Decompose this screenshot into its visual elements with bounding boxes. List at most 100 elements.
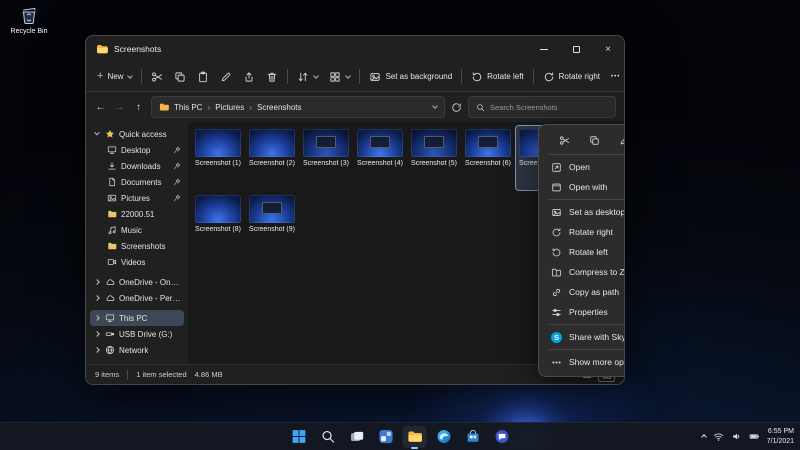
file-item[interactable]: Screenshot (8) <box>192 192 244 256</box>
breadcrumb-this-pc[interactable]: This PC <box>174 103 202 112</box>
rotate-left-button[interactable]: Rotate left <box>466 66 528 88</box>
file-item[interactable]: Screenshot (4) <box>354 126 406 190</box>
trash-icon <box>268 72 277 82</box>
up-button[interactable]: ↑ <box>132 102 145 113</box>
widgets-button[interactable] <box>374 426 398 448</box>
cut-button[interactable] <box>146 66 168 88</box>
menu-item-rotate-right[interactable]: Rotate right <box>543 222 624 242</box>
file-item[interactable]: Screenshot (9) <box>246 192 298 256</box>
system-tray: 6:55 PM 7/1/2021 <box>700 423 794 450</box>
chevron-right-icon[interactable] <box>93 279 101 285</box>
copy-button[interactable] <box>585 131 603 149</box>
address-field[interactable]: This PC › Pictures › Screenshots <box>151 96 445 118</box>
rotate-right-button[interactable]: Rotate right <box>538 66 605 88</box>
recycle-bin-icon <box>22 7 36 25</box>
chat-button[interactable] <box>490 426 514 448</box>
chevron-right-icon[interactable] <box>93 331 101 337</box>
sidebar-item-quick-access[interactable]: Quick access <box>90 126 184 142</box>
pin-icon <box>173 146 181 154</box>
menu-item-open-with[interactable]: Open with › <box>543 177 624 197</box>
file-item[interactable]: Screenshot (5) <box>408 126 460 190</box>
sidebar-item-network[interactable]: Network <box>90 342 184 358</box>
file-item[interactable]: Screenshot (3) <box>300 126 352 190</box>
sidebar-item-pictures[interactable]: Pictures <box>90 190 184 206</box>
share-icon <box>246 71 253 82</box>
tray-expand-icon[interactable] <box>700 433 707 440</box>
chevron-down-icon[interactable] <box>93 129 101 136</box>
battery-icon[interactable] <box>749 431 760 442</box>
microsoft-store-button[interactable] <box>461 426 485 448</box>
view-button[interactable] <box>324 66 355 88</box>
cut-button[interactable] <box>555 131 573 149</box>
task-view-button[interactable] <box>345 426 369 448</box>
sidebar-item-downloads[interactable]: Downloads <box>90 158 184 174</box>
refresh-button[interactable] <box>451 102 462 113</box>
maximize-icon <box>572 45 580 53</box>
chevron-right-icon[interactable] <box>93 347 101 353</box>
menu-item-open[interactable]: Open Enter <box>543 157 624 177</box>
title-bar[interactable]: Screenshots × <box>86 36 624 62</box>
chevron-right-icon[interactable] <box>93 315 101 321</box>
taskbar-clock[interactable]: 6:55 PM 7/1/2021 <box>767 427 794 445</box>
delete-button[interactable] <box>261 66 283 88</box>
rename-button[interactable] <box>615 131 624 149</box>
menu-item-compress-to-zip[interactable]: Compress to ZIP file <box>543 262 624 282</box>
share-button[interactable] <box>238 66 260 88</box>
see-more-button[interactable]: ••• <box>606 66 624 88</box>
sidebar-item-onedrive-onmsft[interactable]: OneDrive - OnMSFT.com LLC <box>90 274 184 290</box>
chevron-down-icon[interactable] <box>432 103 438 109</box>
selection-count: 1 item selected <box>136 370 187 379</box>
copy-button[interactable] <box>169 66 191 88</box>
search-input[interactable] <box>490 102 608 112</box>
sidebar-item-screenshots[interactable]: Screenshots <box>90 238 184 254</box>
sidebar-item-videos[interactable]: Videos <box>90 254 184 270</box>
recycle-bin[interactable]: Recycle Bin <box>6 5 52 35</box>
start-button[interactable] <box>287 426 311 448</box>
volume-icon[interactable] <box>731 431 742 442</box>
set-as-background-button[interactable]: Set as background <box>364 66 457 88</box>
menu-item-show-more-options[interactable]: Show more options Shift+F10 <box>543 352 624 372</box>
file-item[interactable]: Screenshot (1) <box>192 126 244 190</box>
wifi-icon[interactable] <box>713 431 724 442</box>
file-label: Screenshot (6) <box>465 160 511 167</box>
forward-button[interactable]: → <box>113 102 126 113</box>
sort-button[interactable] <box>292 66 323 88</box>
sidebar-item-onedrive-personal[interactable]: OneDrive - Personal <box>90 290 184 306</box>
back-button[interactable]: ← <box>94 102 107 113</box>
maximize-button[interactable] <box>560 36 592 62</box>
file-item[interactable]: Screenshot (6) <box>462 126 514 190</box>
clock-date: 7/1/2021 <box>766 437 794 445</box>
paste-button[interactable] <box>192 66 214 88</box>
sidebar-item-documents[interactable]: Documents <box>90 174 184 190</box>
minimize-button[interactable] <box>528 36 560 62</box>
usb-drive-icon <box>105 332 114 336</box>
download-icon <box>108 162 116 170</box>
sidebar-item-music[interactable]: Music <box>90 222 184 238</box>
context-menu: Open Enter Open with › Set as desktop ba… <box>538 124 624 377</box>
taskbar-search-button[interactable] <box>316 426 340 448</box>
breadcrumb-pictures[interactable]: Pictures <box>215 103 244 112</box>
menu-item-rotate-left[interactable]: Rotate left <box>543 242 624 262</box>
edge-button[interactable] <box>432 426 456 448</box>
sidebar-item-label: Videos <box>121 257 146 267</box>
search-box[interactable] <box>468 96 616 118</box>
menu-item-share-with-skype[interactable]: S Share with Skype <box>543 327 624 347</box>
breadcrumb-screenshots[interactable]: Screenshots <box>257 103 301 112</box>
file-label: Screenshot (9) <box>249 226 295 233</box>
sidebar-item-22000-51[interactable]: 22000.51 <box>90 206 184 222</box>
sidebar-item-desktop[interactable]: Desktop <box>90 142 184 158</box>
sidebar-item-this-pc[interactable]: This PC <box>90 310 184 326</box>
menu-item-copy-as-path[interactable]: Copy as path <box>543 282 624 302</box>
sidebar-item-usb-drive[interactable]: USB Drive (G:) <box>90 326 184 342</box>
menu-item-properties[interactable]: Properties Alt+Enter <box>543 302 624 322</box>
new-button[interactable]: + New <box>92 66 137 88</box>
copy-icon <box>175 71 186 82</box>
taskbar-center <box>287 423 514 450</box>
rename-button[interactable] <box>215 66 237 88</box>
file-explorer-button[interactable] <box>402 425 427 448</box>
chevron-right-icon[interactable] <box>93 295 101 301</box>
toolbar-divider <box>359 69 361 84</box>
menu-item-set-as-desktop-background[interactable]: Set as desktop background <box>543 202 624 222</box>
file-item[interactable]: Screenshot (2) <box>246 126 298 190</box>
close-button[interactable]: × <box>592 36 624 62</box>
